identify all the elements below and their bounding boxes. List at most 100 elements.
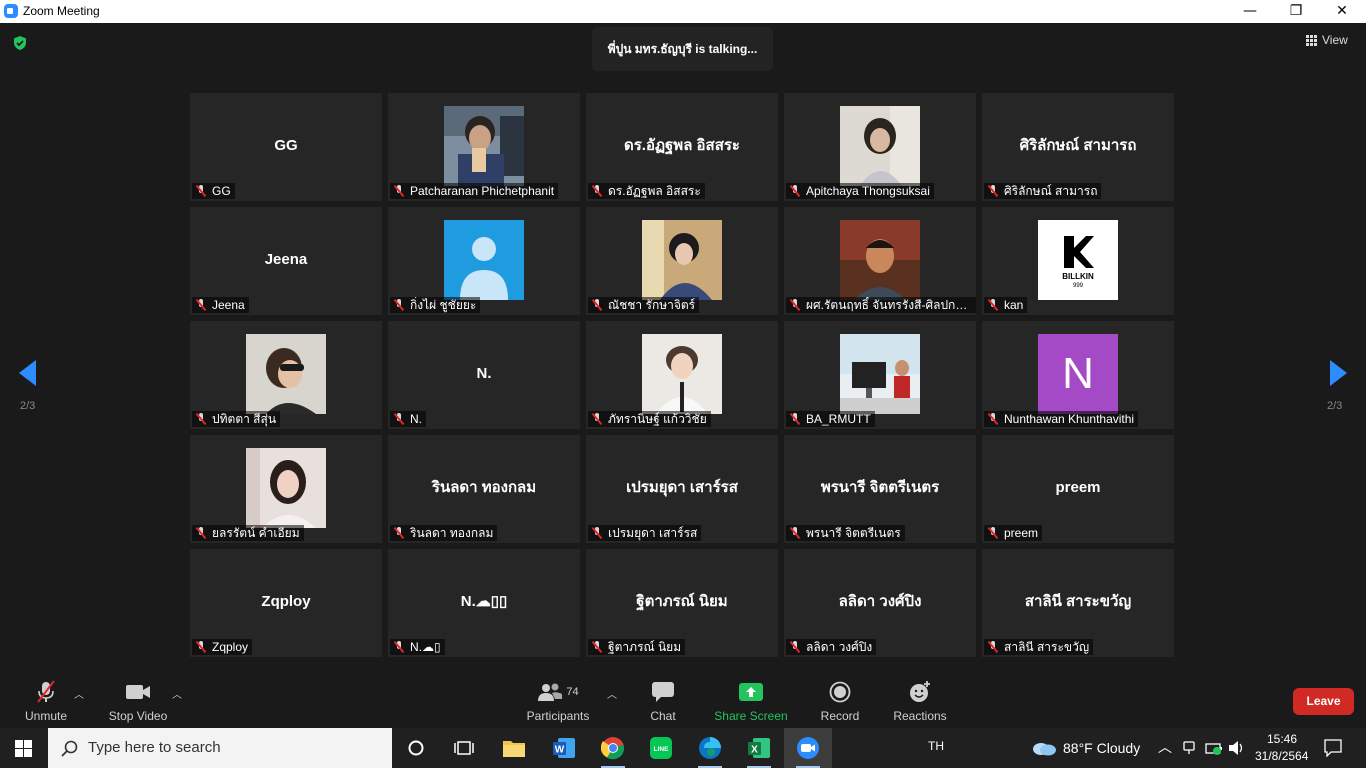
participant-tile[interactable]: เปรมยุดา เสาร์รส เปรมยุดา เสาร์รส — [586, 435, 778, 543]
windows-logo-icon — [15, 740, 32, 757]
participant-name: GG — [212, 184, 231, 198]
taskbar-search-box[interactable]: Type here to search — [48, 728, 392, 768]
participants-count: 74 — [566, 686, 579, 698]
participant-name: N. — [410, 412, 422, 426]
reactions-smiley-icon — [910, 681, 930, 702]
record-icon — [829, 681, 851, 703]
meet-now-icon[interactable] — [1182, 740, 1196, 756]
notifications-icon[interactable] — [1324, 739, 1342, 757]
chat-bubble-icon — [652, 682, 674, 702]
participant-name: พรนารี จิตตรีเนตร — [806, 526, 901, 540]
participants-button[interactable]: 74 Participants — [524, 680, 592, 723]
mic-muted-icon — [394, 641, 404, 653]
previous-page-arrow-icon[interactable] — [19, 360, 36, 386]
start-button[interactable] — [0, 728, 48, 768]
page-indicator-left: 2/3 — [20, 400, 36, 412]
record-label: Record — [820, 709, 860, 723]
stop-video-label: Stop Video — [108, 709, 168, 723]
record-button[interactable]: Record — [814, 680, 866, 723]
participant-tile[interactable]: N Nunthawan Khunthavithi — [982, 321, 1174, 429]
mic-muted-icon — [394, 413, 404, 425]
close-button[interactable]: ✕ — [1319, 0, 1365, 23]
participant-tile[interactable]: ณัชชา รักษาจิตร์ — [586, 207, 778, 315]
stop-video-button[interactable]: Stop Video — [104, 680, 172, 723]
chat-label: Chat — [650, 709, 676, 723]
participant-name: รินลดา ทองกลม — [410, 526, 494, 540]
participant-tile[interactable]: GG GG — [190, 93, 382, 201]
participant-tile[interactable]: ฐิตาภรณ์ นิยม ฐิตาภรณ์ นิยม — [586, 549, 778, 657]
participant-tile[interactable]: สาลินี สาระขวัญ สาลินี สาระขวัญ — [982, 549, 1174, 657]
battery-charging-icon[interactable] — [1205, 740, 1223, 756]
participant-tile[interactable]: N.☁▯▯ N.☁▯ — [388, 549, 580, 657]
svg-text:LINE: LINE — [654, 746, 669, 753]
participant-name: Patcharanan Phichetphanit — [410, 184, 555, 198]
chrome-app[interactable] — [589, 728, 637, 768]
file-explorer-app[interactable] — [490, 728, 538, 768]
participant-name-bar: ผศ.รัตนฤทธิ์ จันทรรังสี-ศิลปกรร... — [786, 297, 976, 313]
volume-icon[interactable] — [1228, 740, 1246, 756]
participant-tile[interactable]: ภัทรานิษฐ์ แก้ววิชัย — [586, 321, 778, 429]
profile-photo — [642, 334, 722, 414]
word-app[interactable]: W — [540, 728, 588, 768]
audio-options-caret-icon[interactable]: ︿ — [74, 686, 84, 701]
participant-tile[interactable]: Zqploy Zqploy — [190, 549, 382, 657]
mic-muted-icon — [394, 299, 404, 311]
meeting-area: พี่ปูน มทร.ธัญบุรี is talking... View 2/… — [0, 23, 1366, 672]
participant-tile[interactable]: พรนารี จิตตรีเนตร พรนารี จิตตรีเนตร — [784, 435, 976, 543]
participant-tile[interactable]: รินลดา ทองกลม รินลดา ทองกลม — [388, 435, 580, 543]
cortana-button[interactable] — [392, 728, 440, 768]
profile-photo — [444, 106, 524, 186]
participant-tile[interactable]: ผศ.รัตนฤทธิ์ จันทรรังสี-ศิลปกรร... — [784, 207, 976, 315]
show-hidden-icons-chevron-icon[interactable]: ︿ — [1158, 737, 1172, 757]
task-view-button[interactable] — [440, 728, 488, 768]
participant-tile[interactable]: ยลรรัตน์ คำเอียม — [190, 435, 382, 543]
zoom-app[interactable] — [784, 728, 832, 768]
profile-photo — [840, 106, 920, 186]
participant-tile[interactable]: ดร.อัฏฐพล อิสสระ ดร.อัฏฐพล อิสสระ — [586, 93, 778, 201]
participant-tile[interactable]: preem preem — [982, 435, 1174, 543]
cloud-weather-icon[interactable] — [1031, 740, 1057, 756]
mic-muted-icon — [592, 413, 602, 425]
participant-name: Nunthawan Khunthavithi — [1004, 412, 1135, 426]
participant-tile[interactable]: BA_RMUTT — [784, 321, 976, 429]
participant-tile[interactable]: Jeena Jeena — [190, 207, 382, 315]
logo-text: BILLKIN — [1062, 272, 1094, 281]
leave-button[interactable]: Leave — [1293, 688, 1354, 715]
mic-muted-icon — [790, 413, 800, 425]
next-page-arrow-icon[interactable] — [1330, 360, 1347, 386]
encryption-shield-icon[interactable] — [12, 35, 28, 51]
page-indicator-right: 2/3 — [1327, 400, 1343, 412]
weather-text[interactable]: 88°F Cloudy — [1063, 740, 1140, 756]
participant-name-bar: ศิริลักษณ์ สามารถ — [984, 183, 1102, 199]
reactions-button[interactable]: Reactions — [890, 680, 950, 723]
participant-name-bar: Jeena — [192, 297, 249, 313]
chat-button[interactable]: Chat — [638, 680, 688, 723]
excel-app[interactable]: X — [735, 728, 783, 768]
participant-tile[interactable]: ลลิดา วงศ์ปิง ลลิดา วงศ์ปิง — [784, 549, 976, 657]
video-options-caret-icon[interactable]: ︿ — [172, 686, 182, 701]
clock-time[interactable]: 15:46 — [1267, 732, 1297, 746]
mic-muted-icon — [790, 185, 800, 197]
input-language-indicator[interactable]: TH — [928, 739, 944, 753]
participant-name-bar: BA_RMUTT — [786, 411, 875, 427]
excel-icon: X — [748, 738, 770, 758]
minimize-button[interactable]: — — [1227, 0, 1273, 23]
mic-muted-icon — [988, 185, 998, 197]
participant-name: Apitchaya Thongsuksai — [806, 184, 930, 198]
unmute-button[interactable]: Unmute — [16, 680, 76, 723]
view-button[interactable]: View — [1306, 33, 1348, 47]
participant-tile[interactable]: ศิริลักษณ์ สามารถ ศิริลักษณ์ สามารถ — [982, 93, 1174, 201]
participant-tile[interactable]: N. N. — [388, 321, 580, 429]
participant-tile[interactable]: Patcharanan Phichetphanit — [388, 93, 580, 201]
participant-tile[interactable]: Apitchaya Thongsuksai — [784, 93, 976, 201]
line-app[interactable]: LINE — [637, 728, 685, 768]
participants-options-caret-icon[interactable]: ︿ — [607, 686, 617, 701]
participant-tile[interactable]: BILLKIN 999 kan — [982, 207, 1174, 315]
edge-app[interactable] — [686, 728, 734, 768]
task-view-icon — [454, 741, 474, 755]
clock-date[interactable]: 31/8/2564 — [1255, 749, 1308, 763]
share-screen-button[interactable]: Share Screen — [712, 680, 790, 723]
participant-tile[interactable]: กิ่งไผ่ ชูชัยยะ — [388, 207, 580, 315]
maximize-button[interactable]: ❐ — [1273, 0, 1319, 23]
participant-tile[interactable]: ปทิตตา สีสุ่น — [190, 321, 382, 429]
